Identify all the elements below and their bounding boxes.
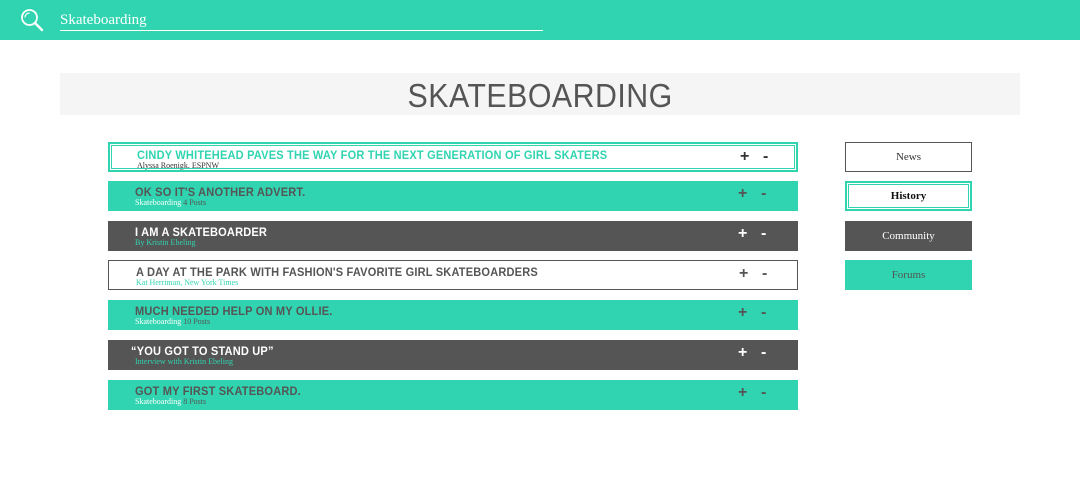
page-title-band: SKATEBOARDING xyxy=(60,73,1020,115)
upvote-button[interactable]: + xyxy=(738,344,747,362)
feed-item[interactable]: CINDY WHITEHEAD PAVES THE WAY FOR THE NE… xyxy=(108,142,798,172)
feed-item-byline: Skateboarding 4 Posts xyxy=(135,198,206,207)
nav-community-button[interactable]: Community xyxy=(845,221,972,251)
feed-item-byline: Interview with Kristin Ebeling xyxy=(135,357,233,366)
feed-item-byline: Alyssa Roenigk, ESPNW xyxy=(137,161,219,170)
feed-item-title[interactable]: I AM A SKATEBOARDER xyxy=(135,225,267,239)
feed-item-title[interactable]: MUCH NEEDED HELP ON MY OLLIE. xyxy=(135,304,333,318)
feed-item-source: Kat Herriman, New York Times xyxy=(136,278,239,287)
feed-item-title[interactable]: CINDY WHITEHEAD PAVES THE WAY FOR THE NE… xyxy=(137,148,607,162)
top-search-bar xyxy=(0,0,1080,40)
feed-item[interactable]: OK SO IT'S ANOTHER ADVERT. Skateboarding… xyxy=(108,181,798,211)
feed-item-byline: Skateboarding 8 Posts xyxy=(135,397,206,406)
feed-item-source[interactable]: Skateboarding xyxy=(135,198,181,207)
feed-item-title[interactable]: “YOU GOT TO STAND UP” xyxy=(131,344,274,358)
feed-item[interactable]: A DAY AT THE PARK WITH FASHION'S FAVORIT… xyxy=(108,260,798,290)
downvote-button[interactable]: - xyxy=(761,344,766,362)
upvote-button[interactable]: + xyxy=(738,304,747,322)
search-icon[interactable] xyxy=(20,8,44,32)
downvote-button[interactable]: - xyxy=(763,148,768,166)
feed-item[interactable]: GOT MY FIRST SKATEBOARD. Skateboarding 8… xyxy=(108,380,798,410)
upvote-button[interactable]: + xyxy=(740,148,749,166)
upvote-button[interactable]: + xyxy=(738,225,747,243)
feed-item-title[interactable]: OK SO IT'S ANOTHER ADVERT. xyxy=(135,185,305,199)
feed-item-byline: By Kristin Ebeling xyxy=(135,238,195,247)
feed-item[interactable]: I AM A SKATEBOARDER By Kristin Ebeling +… xyxy=(108,221,798,251)
downvote-button[interactable]: - xyxy=(761,225,766,243)
feed-item-byline: Kat Herriman, New York Times xyxy=(136,278,238,287)
nav-history-button[interactable]: History xyxy=(845,181,972,211)
nav-news-button[interactable]: News xyxy=(845,142,972,172)
post-count: 4 Posts xyxy=(183,198,207,207)
post-count: 8 Posts xyxy=(183,397,207,406)
feed-item[interactable]: “YOU GOT TO STAND UP” Interview with Kri… xyxy=(108,340,798,370)
upvote-button[interactable]: + xyxy=(738,185,747,203)
nav-forums-button[interactable]: Forums xyxy=(845,260,972,290)
post-count: 10 Posts xyxy=(183,317,211,326)
search-input[interactable] xyxy=(60,10,543,31)
downvote-button[interactable]: - xyxy=(761,304,766,322)
downvote-button[interactable]: - xyxy=(761,185,766,203)
feed-item-source: Alyssa Roenigk, ESPNW xyxy=(137,161,219,170)
feed-item-byline: Skateboarding 10 Posts xyxy=(135,317,210,326)
feed-item-source[interactable]: Skateboarding xyxy=(135,317,181,326)
downvote-button[interactable]: - xyxy=(761,384,766,402)
feed-item-source[interactable]: Skateboarding xyxy=(135,397,181,406)
feed-item[interactable]: MUCH NEEDED HELP ON MY OLLIE. Skateboard… xyxy=(108,300,798,330)
downvote-button[interactable]: - xyxy=(762,265,767,283)
upvote-button[interactable]: + xyxy=(738,384,747,402)
feed-item-title[interactable]: GOT MY FIRST SKATEBOARD. xyxy=(135,384,301,398)
feed-item-source: By Kristin Ebeling xyxy=(135,238,196,247)
feed-item-source: Interview with Kristin Ebeling xyxy=(135,357,233,366)
feed-item-title[interactable]: A DAY AT THE PARK WITH FASHION'S FAVORIT… xyxy=(136,265,538,279)
upvote-button[interactable]: + xyxy=(739,265,748,283)
page-title: SKATEBOARDING xyxy=(407,77,673,114)
